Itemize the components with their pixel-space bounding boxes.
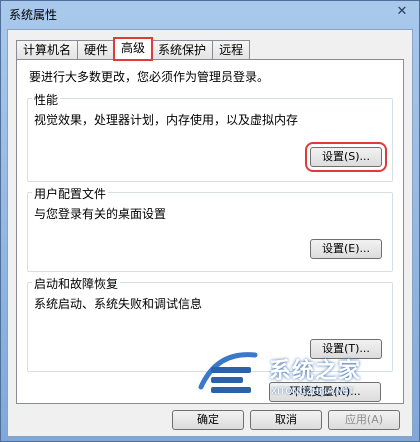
user-profiles-settings-button[interactable]: 设置(E)...	[310, 239, 382, 259]
tab-remote[interactable]: 远程	[212, 40, 251, 59]
watermark-title: 系统之家	[269, 359, 362, 384]
startup-recovery-group-title: 启动和故障恢复	[32, 275, 121, 292]
site-watermark: 系统之家 XITONGZHIJIA.NET	[197, 347, 417, 407]
close-icon[interactable]: ✕	[391, 3, 413, 21]
tab-strip: 计算机名 硬件 高级 系统保护 远程	[16, 37, 251, 61]
user-profiles-group-desc: 与您登录有关的桌面设置	[34, 207, 167, 221]
admin-notice: 要进行大多数更改，您必须作为管理员登录。	[29, 70, 270, 84]
cancel-button[interactable]: 取消	[250, 410, 322, 430]
title-bar[interactable]: 系统属性 ✕	[1, 1, 419, 29]
tab-computer-name[interactable]: 计算机名	[16, 40, 79, 59]
startup-recovery-group-desc: 系统启动、系统失败和调试信息	[34, 297, 203, 311]
performance-settings-button[interactable]: 设置(S)...	[305, 142, 387, 172]
performance-group-title: 性能	[32, 91, 61, 108]
watermark-logo-icon	[198, 352, 258, 393]
user-profiles-group-title: 用户配置文件	[32, 185, 109, 202]
user-profiles-group: 用户配置文件 与您登录有关的桌面设置 设置(E)...	[27, 185, 393, 272]
apply-button[interactable]: 应用(A)	[328, 410, 400, 430]
tab-hardware[interactable]: 硬件	[77, 40, 116, 59]
ok-button[interactable]: 确定	[172, 410, 244, 430]
performance-group-desc: 视觉效果，处理器计划，内存使用，以及虚拟内存	[34, 113, 299, 127]
performance-group: 性能 视觉效果，处理器计划，内存使用，以及虚拟内存 设置(S)...	[27, 91, 393, 182]
tab-advanced[interactable]: 高级	[113, 37, 154, 61]
tab-system-protection[interactable]: 系统保护	[151, 40, 214, 59]
window-title: 系统属性	[9, 8, 58, 22]
watermark-subtitle: XITONGZHIJIA.NET	[271, 387, 354, 397]
system-properties-window: 系统属性 ✕ 计算机名 硬件 高级 系统保护 远程 要进行大多数更改，您必须作为…	[0, 0, 420, 442]
